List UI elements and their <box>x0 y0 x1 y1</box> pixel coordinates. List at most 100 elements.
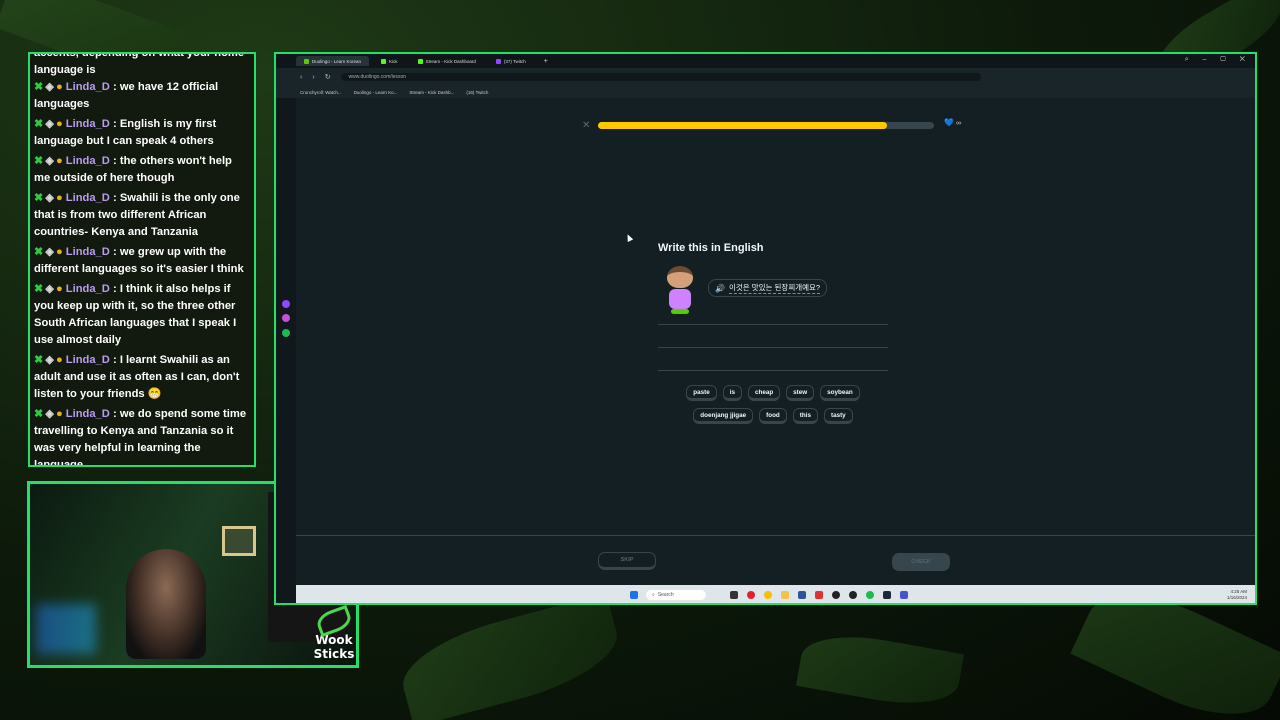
word-bank-row: doenjang jjigae food this tasty <box>658 408 888 424</box>
app-taskbar-icon[interactable] <box>832 591 840 599</box>
tray-date: 1/16/2024 <box>1226 595 1247 600</box>
webcam-screen-glow <box>36 604 96 654</box>
duolingo-lesson: ✕ 💙 ∞ Write this in English 🔊 이것은 맛있는 된장찌… <box>296 98 1255 535</box>
word-tile[interactable]: this <box>792 408 818 424</box>
answer-line <box>658 347 888 348</box>
korean-sentence[interactable]: 이것은 맛있는 된장찌개예요? <box>728 282 821 294</box>
chat-text: the others won't help me outside of here… <box>34 155 232 184</box>
reload-icon[interactable]: ↻ <box>325 73 331 81</box>
chat-partial-message: accents, depending on what your home lan… <box>34 52 245 76</box>
kick-badge-icon: ✖ <box>34 118 44 130</box>
browser-tab[interactable]: Kick <box>373 56 406 66</box>
tab-label: (37) Twitch <box>503 58 526 64</box>
coin-badge-icon: ● <box>55 246 63 258</box>
chat-separator: : <box>113 283 117 295</box>
badge-icon: ◈ <box>45 354 54 366</box>
kick-badge-icon: ✖ <box>34 283 44 295</box>
spotify-sidebar-icon[interactable] <box>282 329 290 337</box>
word-tile[interactable]: food <box>759 408 787 424</box>
word-tile[interactable]: tasty <box>823 408 853 424</box>
twitch-sidebar-icon[interactable] <box>282 300 290 308</box>
word-tile[interactable]: cheap <box>747 385 781 401</box>
chat-message: ✖ ◈ ● Linda_D : we have 12 official languag… <box>34 79 250 113</box>
logo-text-line2: Sticks <box>313 647 355 661</box>
lesson-progress-fill <box>598 122 887 129</box>
folder-taskbar-icon[interactable] <box>781 591 789 599</box>
file-explorer-icon[interactable] <box>730 591 738 599</box>
chat-username[interactable]: Linda_D <box>66 283 110 295</box>
tab-favicon-icon <box>495 58 501 64</box>
lesson-progress-bar <box>598 122 934 129</box>
bookmark-item[interactable]: Duolingo - Learn Ko... <box>354 90 398 95</box>
heart-icon: 💙 <box>944 118 954 127</box>
browser-window: Duolingo - Learn Korean Kick Stream - Kick… <box>274 52 1257 605</box>
sentence-speech-bubble[interactable]: 🔊 이것은 맛있는 된장찌개예요? <box>708 279 828 297</box>
answer-line <box>658 370 888 371</box>
word-tile[interactable]: stew <box>786 385 815 401</box>
chat-message: ✖ ◈ ● Linda_D : I learnt Swahili as an adul… <box>34 352 250 403</box>
app-taskbar-icon[interactable] <box>798 591 806 599</box>
chat-username[interactable]: Linda_D <box>66 155 110 167</box>
coin-badge-icon: ● <box>55 155 63 167</box>
browser-tab[interactable]: Duolingo - Learn Korean <box>296 56 370 66</box>
bookmark-item[interactable]: Crunchyroll: Watch... <box>300 90 342 95</box>
windows-start-icon[interactable] <box>630 591 638 599</box>
badge-icon: ◈ <box>45 155 54 167</box>
browser-tab[interactable]: (37) Twitch <box>488 56 534 66</box>
bookmark-item[interactable]: (16) Twitch <box>466 90 488 95</box>
app-taskbar-icon[interactable] <box>815 591 823 599</box>
coin-badge-icon: ● <box>55 408 63 420</box>
taskbar-search[interactable]: ⌕ Search <box>646 590 706 600</box>
forward-icon[interactable]: › <box>312 74 314 81</box>
chat-message: ✖ ◈ ● Linda_D : Swahili is the only one tha… <box>34 190 250 241</box>
chat-username[interactable]: Linda_D <box>66 354 110 366</box>
kick-badge-icon: ✖ <box>34 408 44 420</box>
word-tile[interactable]: soybean <box>820 385 860 401</box>
app-taskbar-icon[interactable] <box>849 591 857 599</box>
tab-label: Kick <box>389 58 398 64</box>
kick-badge-icon: ✖ <box>34 155 44 167</box>
chat-separator: : <box>113 246 117 258</box>
browser-sidebar <box>276 54 296 603</box>
badge-icon: ◈ <box>45 81 54 93</box>
url-field[interactable]: www.duolingo.com/lesson <box>340 73 981 81</box>
app-taskbar-icon[interactable] <box>900 591 908 599</box>
tab-list: Duolingo - Learn Korean Kick Stream - Kick… <box>296 56 538 66</box>
word-tile[interactable]: paste <box>686 385 717 401</box>
chrome-taskbar-icon[interactable] <box>764 591 772 599</box>
browser-tab[interactable]: Stream - Kick Dashboard <box>410 56 484 66</box>
hearts-indicator: 💙 ∞ <box>944 118 961 127</box>
chat-separator: : <box>113 354 117 366</box>
tab-favicon-icon <box>417 58 423 64</box>
back-icon[interactable]: ‹ <box>300 74 302 81</box>
chat-separator: : <box>113 192 117 204</box>
skip-button[interactable]: SKIP <box>598 552 656 570</box>
app-taskbar-icon[interactable] <box>883 591 891 599</box>
chat-username[interactable]: Linda_D <box>66 408 110 420</box>
chat-message: ✖ ◈ ● Linda_D : we do spend some time trave… <box>34 406 250 465</box>
coin-badge-icon: ● <box>55 283 63 295</box>
new-tab-button[interactable]: + <box>544 58 548 65</box>
chat-username[interactable]: Linda_D <box>66 81 110 93</box>
word-tile[interactable]: doenjang jjigae <box>693 408 754 424</box>
chat-message: ✖ ◈ ● Linda_D : English is my first languag… <box>34 116 250 150</box>
bookmark-item[interactable]: Stream - Kick Dashb... <box>409 90 454 95</box>
tab-label: Duolingo - Learn Korean <box>312 58 362 64</box>
word-tile[interactable]: is <box>722 385 742 401</box>
opera-taskbar-icon[interactable] <box>747 591 755 599</box>
window-controls[interactable]: ⌕ – ▢ ✕ <box>1185 56 1251 64</box>
badge-icon: ◈ <box>45 246 54 258</box>
chat-username[interactable]: Linda_D <box>66 192 110 204</box>
chat-username[interactable]: Linda_D <box>66 246 110 258</box>
check-button[interactable]: CHECK <box>892 553 950 571</box>
chat-username[interactable]: Linda_D <box>66 118 110 130</box>
close-lesson-icon[interactable]: ✕ <box>582 120 590 131</box>
chat-separator: : <box>113 408 117 420</box>
background-leaf <box>393 592 627 720</box>
spotify-taskbar-icon[interactable] <box>866 591 874 599</box>
badge-icon: ◈ <box>45 408 54 420</box>
tab-label: Stream - Kick Dashboard <box>425 58 476 64</box>
speaker-icon[interactable]: 🔊 <box>715 284 725 293</box>
messenger-sidebar-icon[interactable] <box>282 314 290 322</box>
system-tray-clock[interactable]: 4:25 AM 1/16/2024 <box>1227 589 1247 601</box>
